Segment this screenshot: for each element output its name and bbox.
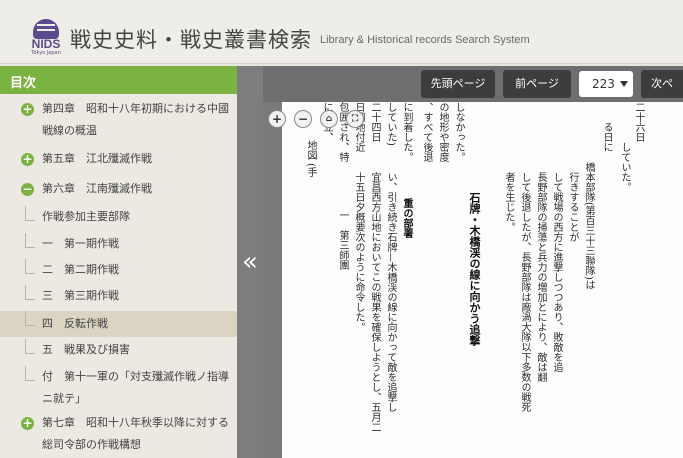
site-header: NIDS Tokyo Japan 戦史史料・戦史叢書検索 Library & H… xyxy=(0,0,683,64)
page-text-column: 地図 (手 xyxy=(305,140,316,178)
toc-subitem-phase-2[interactable]: 二 第二期作戦 xyxy=(0,259,237,281)
page-text-column: していた) xyxy=(385,102,396,146)
scanned-page: 二十六日 していた。 る日に 橋本部隊(第百三十三聯隊)は 行きすることが して… xyxy=(282,102,683,458)
toc-item-label: 五 戦果及び損害 xyxy=(42,343,130,356)
toc-item-chapter-5[interactable]: + 第五章 江北殲滅作戦 xyxy=(0,148,237,170)
site-title: 戦史史料・戦史叢書検索 xyxy=(70,28,312,52)
toc-title: 目次 xyxy=(0,66,237,94)
page-text-column: 長野部隊の掃蕩と兵力の増加とにより、敵は翻 xyxy=(535,172,546,382)
expand-plus-icon[interactable]: + xyxy=(21,417,34,430)
tree-branch-icon xyxy=(25,259,35,274)
page-text-column: 二十四日 xyxy=(369,102,380,142)
toc-item-label: 二 第二期作戦 xyxy=(42,263,119,276)
page-text-column: い、引き続き石牌—木橋渓の線に向かって敵を追撃し xyxy=(385,172,396,412)
first-page-button[interactable]: 先頭ページ xyxy=(421,70,495,98)
toc-item-chapter-4[interactable]: + 第四章 昭和十八年初期における中國戦線の概温 xyxy=(0,98,237,142)
toc-item-label: 第四章 昭和十八年初期における中國戦線の概温 xyxy=(42,102,229,137)
logo-tokyo-text: Tokyo Japan xyxy=(31,50,61,56)
zoom-in-icon[interactable]: + xyxy=(268,110,286,128)
page-text-column: 十五日夕概要次のように命令した。 xyxy=(353,172,364,332)
nids-logo[interactable]: NIDS Tokyo Japan xyxy=(28,19,64,57)
page-text-column: しなかった。 xyxy=(453,102,464,162)
tree-branch-icon xyxy=(25,233,35,248)
toc-item-label: 第五章 江北殲滅作戦 xyxy=(42,152,152,165)
toc-subitem-phase-3[interactable]: 三 第三期作戦 xyxy=(0,285,237,307)
toc-subitem-units[interactable]: 作戦参加主要部隊 xyxy=(0,206,237,228)
nids-emblem-icon xyxy=(33,19,59,39)
zoom-out-icon[interactable]: − xyxy=(294,110,312,128)
page-text-column: る日に xyxy=(601,122,612,152)
page-text-column: 行きすることが xyxy=(567,172,578,242)
page-text-column: 二十六日 xyxy=(633,102,644,142)
toc-subitem-phase-1[interactable]: 一 第一期作戦 xyxy=(0,233,237,255)
toc-item-label: 付 第十一軍の「対支殲滅作戦ノ指導ニ就テ」 xyxy=(42,370,229,405)
toc-item-label: 四 反転作戦 xyxy=(42,317,108,330)
page-text-column: 包囲され、特 xyxy=(337,102,348,162)
double-chevron-left-icon: « xyxy=(242,247,258,277)
page-text-column: に到着した。 xyxy=(401,102,412,162)
subsection-heading: 重の部署 xyxy=(401,198,412,248)
toc-item-label: 作戦参加主要部隊 xyxy=(42,210,130,223)
home-icon[interactable]: ⌂ xyxy=(320,110,338,128)
fullscreen-icon[interactable]: ⛶ xyxy=(346,110,364,128)
toc-subitem-appendix[interactable]: 付 第十一軍の「対支殲滅作戦ノ指導ニ就テ」 xyxy=(0,366,237,410)
prev-page-button[interactable]: 前ページ xyxy=(503,70,571,98)
page-text-column: して戦場の西方に進撃しつつあり、敗敵を追 xyxy=(551,172,562,372)
page-text-column: していた。 xyxy=(619,142,630,192)
expand-plus-icon[interactable]: + xyxy=(21,103,34,116)
viewer-toolbar: 先頭ページ 前ページ 223 次ペ xyxy=(263,66,683,102)
next-page-button[interactable]: 次ペ xyxy=(641,70,683,98)
page-text-column: 一 第三師團 xyxy=(337,210,348,270)
page-number-value: 223 xyxy=(592,77,615,91)
tree-branch-icon xyxy=(25,285,35,300)
expand-plus-icon[interactable]: + xyxy=(21,153,34,166)
tree-branch-icon xyxy=(25,206,35,221)
page-text-column: 者を生じた。 xyxy=(503,172,514,232)
page-text-column: の地形や密度 xyxy=(437,102,448,162)
page-text-column: 橋本部隊(第百三十三聯隊)は xyxy=(583,162,594,290)
tree-branch-icon xyxy=(25,339,35,354)
page-number-select[interactable]: 223 xyxy=(579,71,633,97)
document-viewer: 先頭ページ 前ページ 223 次ペ 二十六日 していた。 る日に 橋本部隊(第百… xyxy=(263,66,683,458)
site-subtitle: Library & Historical records Search Syst… xyxy=(320,34,530,46)
toc-subitem-results[interactable]: 五 戦果及び損害 xyxy=(0,339,237,361)
toc-item-label: 三 第三期作戦 xyxy=(42,289,119,302)
toc-item-chapter-6[interactable]: − 第六章 江南殲滅作戦 xyxy=(0,178,237,200)
tree-branch-icon xyxy=(25,311,35,326)
page-text-column: して後退したが、長野部隊は廠渦大隊以下多数の戦死 xyxy=(519,172,530,412)
toc-item-label: 第六章 江南殲滅作戦 xyxy=(42,182,152,195)
section-heading: 石牌・木橋渓の線に向かう追撃 xyxy=(468,192,481,346)
page-text-column: 、すべて後退 xyxy=(421,102,432,162)
toc-item-label: 第七章 昭和十八年秋季以降に対する総司令部の作戦構想 xyxy=(42,416,229,451)
toc-subitem-counteroffensive[interactable]: 四 反転作戦 xyxy=(0,311,237,337)
toc-item-chapter-7[interactable]: + 第七章 昭和十八年秋季以降に対する総司令部の作戦構想 xyxy=(0,412,237,456)
sidebar-collapse-toggle[interactable]: « xyxy=(237,66,263,458)
collapse-minus-icon[interactable]: − xyxy=(21,183,34,196)
tree-branch-icon xyxy=(25,366,35,381)
dropdown-caret-icon xyxy=(620,81,628,87)
toc-sidebar: 目次 + 第四章 昭和十八年初期における中國戦線の概温 + 第五章 江北殲滅作戦… xyxy=(0,66,237,458)
page-text-column: 宜昌西方山地においてこの戦果を確保しようとし、五月二 xyxy=(369,172,380,432)
logo-nids-text: NIDS xyxy=(31,37,61,51)
toc-item-label: 一 第一期作戦 xyxy=(42,237,119,250)
